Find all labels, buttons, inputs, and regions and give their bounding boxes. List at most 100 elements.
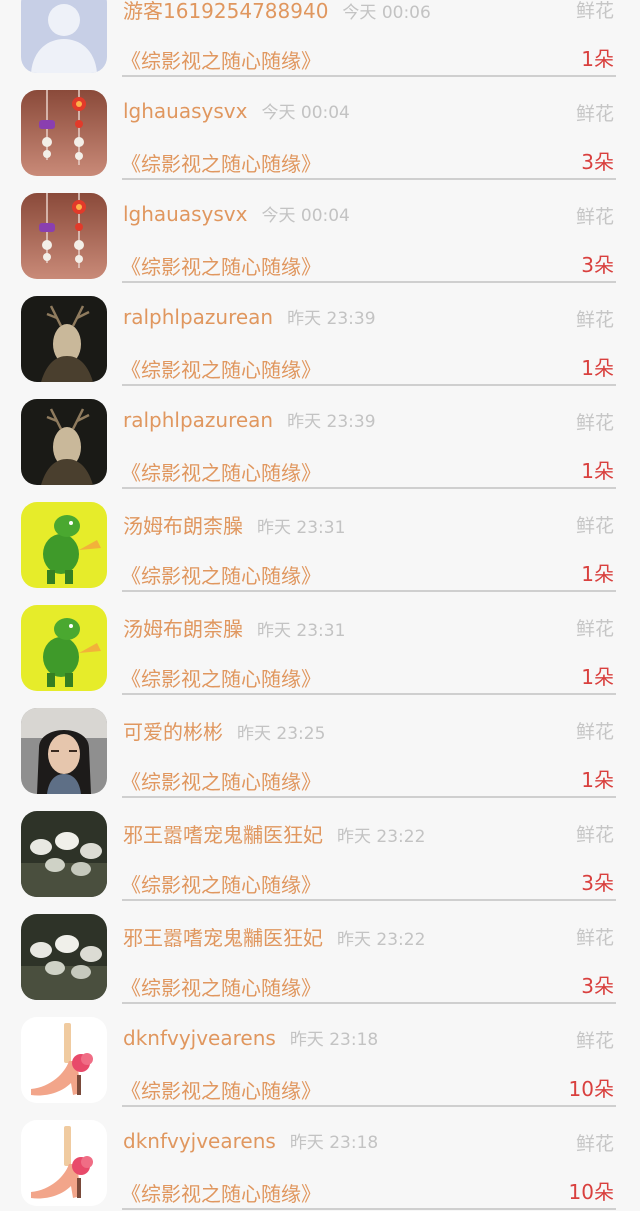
gift-time: 今天 00:04 [261,103,350,123]
book-title-link[interactable]: 《综影视之随心随缘》 [121,663,321,692]
username[interactable]: 可爱的彬彬 昨天 23:25 [123,716,325,745]
book-title-link[interactable]: 《综影视之随心随缘》 [121,45,321,74]
user-avatar[interactable] [21,90,107,176]
book-title-link[interactable]: 《综影视之随心随缘》 [121,251,321,280]
book-title-link[interactable]: 《综影视之随心随缘》 [121,457,321,486]
user-avatar[interactable] [21,914,107,1000]
gift-time: 昨天 23:22 [337,930,426,950]
gift-quantity: 1朵 [581,562,614,586]
default-avatar [21,0,107,73]
username[interactable]: ralphlpazurean 昨天 23:39 [123,407,376,432]
username[interactable]: dknfvyjvearens 昨天 23:18 [123,1128,378,1153]
gift-record-row[interactable]: 汤姆布朗柰臊 昨天 23:31 鲜花 《综影视之随心随缘》 1朵 [0,490,640,593]
username[interactable]: 邪王嚣嗜宠鬼黼医狂妃 昨天 23:22 [123,819,425,848]
gift-record-row[interactable]: 游客1619254788940 今天 00:06 鲜花 《综影视之随心随缘》 1朵 [0,0,640,78]
book-title-link[interactable]: 《综影视之随心随缘》 [121,766,321,795]
gift-record-row[interactable]: lghauasysvx 今天 00:04 鲜花《综影视之随心随缘》 3朵 [0,78,640,181]
gift-record-row[interactable]: 邪王嚣嗜宠鬼黼医狂妃 昨天 23:22 鲜花《综影视之随心随缘》 3朵 [0,799,640,902]
gift-type-label: 鲜花 [575,721,614,743]
gift-quantity: 3朵 [581,150,614,174]
gift-time: 昨天 23:22 [337,827,426,847]
row-divider [122,1105,616,1107]
ornament-avatar [21,193,107,279]
gift-type-label: 鲜花 [575,206,614,228]
book-title-link[interactable]: 《综影视之随心随缘》 [121,972,321,1001]
username[interactable]: 游客1619254788940 今天 00:06 [123,0,431,24]
row-divider [122,590,616,592]
book-title-link[interactable]: 《综影视之随心随缘》 [121,869,321,898]
gift-type-label: 鲜花 [575,0,614,22]
gift-type-label: 鲜花 [575,309,614,331]
gift-record-row[interactable]: ralphlpazurean 昨天 23:39 鲜花 《综影视之随心随缘》 1朵 [0,284,640,387]
gift-time: 昨天 23:18 [289,1133,379,1153]
deer-portrait-avatar [21,399,107,485]
gift-type-label: 鲜花 [575,1030,614,1052]
birds-photo-avatar [21,914,107,1000]
gift-type-label: 鲜花 [575,824,614,846]
row-divider [122,75,616,77]
book-title-link[interactable]: 《综影视之随心随缘》 [121,560,321,589]
username-text: 邪王嚣嗜宠鬼黼医狂妃 [123,823,323,847]
book-title-link[interactable]: 《综影视之随心随缘》 [121,354,321,383]
gift-type-label: 鲜花 [575,103,614,125]
user-avatar[interactable] [21,1120,107,1206]
username[interactable]: lghauasysvx 今天 00:04 [123,201,350,226]
row-divider [122,487,616,489]
high-heel-shoe-avatar [21,1120,107,1206]
username-text: lghauasysvx [123,99,248,123]
username-text: dknfvyjvearens [123,1026,276,1050]
gift-record-row[interactable]: ralphlpazurean 昨天 23:39 鲜花 《综影视之随心随缘》 1朵 [0,387,640,490]
book-title-link[interactable]: 《综影视之随心随缘》 [121,1075,321,1104]
user-avatar[interactable] [21,502,107,588]
gift-quantity: 1朵 [581,665,614,689]
gift-time: 昨天 23:18 [289,1030,379,1050]
gift-type-label: 鲜花 [575,1133,614,1155]
person-photo-avatar [21,708,107,794]
user-avatar[interactable] [21,1017,107,1103]
gift-time: 昨天 23:31 [257,621,346,641]
gift-record-row[interactable]: dknfvyjvearens 昨天 23:18 鲜花《综影视之随心随缘》 10朵 [0,1108,640,1211]
book-title-link[interactable]: 《综影视之随心随缘》 [121,1178,321,1207]
username-text: 汤姆布朗柰臊 [123,514,243,538]
user-avatar[interactable] [21,296,107,382]
gift-quantity: 1朵 [581,768,614,792]
row-divider [122,384,616,386]
gift-record-row[interactable]: 汤姆布朗柰臊 昨天 23:31 鲜花《综影视之随心随缘》 1朵 [0,593,640,696]
deer-portrait-avatar [21,296,107,382]
gift-time: 今天 00:04 [261,206,350,226]
user-avatar[interactable] [21,0,107,73]
row-divider [122,178,616,180]
green-dinosaur-avatar [21,605,107,691]
gift-type-label: 鲜花 [575,618,614,640]
gift-quantity: 3朵 [581,253,614,277]
user-avatar[interactable] [21,811,107,897]
gift-quantity: 10朵 [568,1077,614,1101]
username[interactable]: lghauasysvx 今天 00:04 [123,98,350,123]
username[interactable]: 汤姆布朗柰臊 昨天 23:31 [123,510,345,539]
user-avatar[interactable] [21,399,107,485]
gift-type-label: 鲜花 [575,412,614,434]
username[interactable]: 汤姆布朗柰臊 昨天 23:31 [123,613,345,642]
row-divider [122,796,616,798]
username-text: 汤姆布朗柰臊 [123,617,243,641]
username[interactable]: ralphlpazurean 昨天 23:39 [123,304,376,329]
gift-quantity: 10朵 [568,1180,614,1204]
gift-record-row[interactable]: lghauasysvx 今天 00:04 鲜花《综影视之随心随缘》 3朵 [0,181,640,284]
username-text: ralphlpazurean [123,305,274,329]
gift-record-row[interactable]: 邪王嚣嗜宠鬼黼医狂妃 昨天 23:22 鲜花 《综影视之随心随缘》 3朵 [0,902,640,1005]
user-avatar[interactable] [21,605,107,691]
username[interactable]: 邪王嚣嗜宠鬼黼医狂妃 昨天 23:22 [123,922,425,951]
green-dinosaur-avatar [21,502,107,588]
gift-record-row[interactable]: 可爱的彬彬 昨天 23:25 鲜花《综影视之随心随缘》 1朵 [0,696,640,799]
ornament-avatar [21,90,107,176]
username[interactable]: dknfvyjvearens 昨天 23:18 [123,1025,378,1050]
user-avatar[interactable] [21,708,107,794]
gift-quantity: 3朵 [581,871,614,895]
gift-time: 昨天 23:39 [287,309,376,329]
username-text: lghauasysvx [123,202,248,226]
user-avatar[interactable] [21,193,107,279]
row-divider [122,281,616,283]
book-title-link[interactable]: 《综影视之随心随缘》 [121,148,321,177]
gift-record-list[interactable]: 游客1619254788940 今天 00:06 鲜花 《综影视之随心随缘》 1朵 lgh… [0,0,640,1211]
gift-record-row[interactable]: dknfvyjvearens 昨天 23:18 鲜花《综影视之随心随缘》 10朵 [0,1005,640,1108]
